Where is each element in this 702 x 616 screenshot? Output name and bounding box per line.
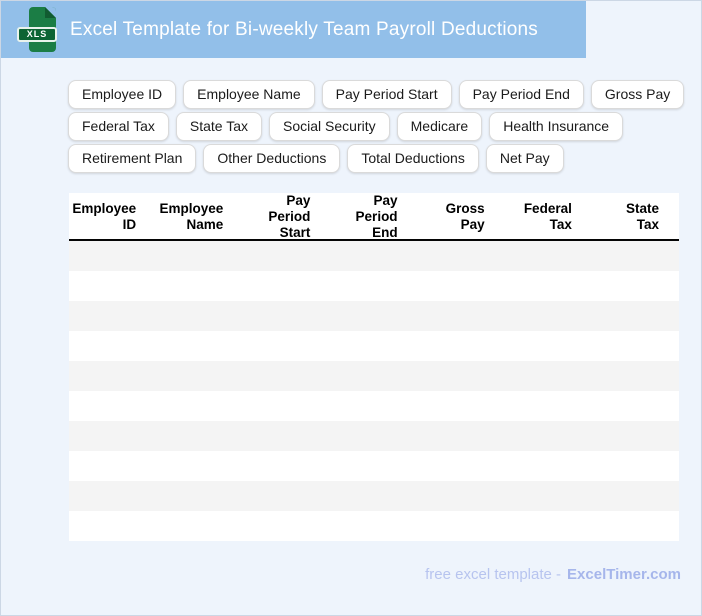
footer-text: free excel template - (425, 566, 562, 583)
column-header-employee-name: Employee Name (156, 201, 243, 233)
table-row (69, 451, 679, 481)
column-header-state-tax: State Tax (592, 201, 679, 233)
title-bar: XLS Excel Template for Bi-weekly Team Pa… (1, 1, 586, 58)
chip-employee-name[interactable]: Employee Name (183, 80, 315, 109)
column-header-gross-pay: Gross Pay (418, 201, 505, 233)
column-header-line: Gross (445, 201, 485, 216)
page-title: Excel Template for Bi-weekly Team Payrol… (70, 18, 539, 40)
table-row (69, 361, 679, 391)
column-header-pay-period-end: Pay Period End (330, 193, 417, 241)
column-header-line: End (372, 225, 398, 240)
field-chips: Employee ID Employee Name Pay Period Sta… (68, 80, 685, 173)
xls-badge-label: XLS (17, 26, 57, 42)
column-header-pay-period-start: Pay Period Start (243, 193, 330, 241)
chip-gross-pay[interactable]: Gross Pay (590, 80, 685, 109)
chip-row-2: Federal Tax State Tax Social Security Me… (68, 112, 684, 141)
payroll-table: Employee ID Employee Name Pay Period Sta… (69, 193, 679, 541)
table-row (69, 301, 679, 331)
column-header-line: Pay Period (355, 193, 398, 224)
table-row (69, 271, 679, 301)
chip-retirement-plan[interactable]: Retirement Plan (68, 144, 197, 173)
table-row (69, 511, 679, 541)
column-header-line: ID (122, 217, 137, 232)
chip-pay-period-start[interactable]: Pay Period Start (321, 80, 452, 109)
column-header-line: Name (186, 217, 224, 232)
column-header-line: Employee (159, 201, 224, 216)
column-header-employee-id: Employee ID (69, 201, 156, 233)
table-header-row: Employee ID Employee Name Pay Period Sta… (69, 193, 679, 241)
table-row (69, 391, 679, 421)
footer-credit: free excel template - ExcelTimer.com (425, 566, 681, 583)
table-row (69, 331, 679, 361)
chip-pay-period-end[interactable]: Pay Period End (458, 80, 584, 109)
footer-brand-link[interactable]: ExcelTimer.com (567, 566, 681, 583)
chip-federal-tax[interactable]: Federal Tax (68, 112, 169, 141)
column-header-line: Federal (523, 201, 572, 216)
table-row (69, 241, 679, 271)
chip-other-deductions[interactable]: Other Deductions (203, 144, 341, 173)
chip-net-pay[interactable]: Net Pay (485, 144, 564, 173)
column-header-line: Pay Period (268, 193, 311, 224)
chip-total-deductions[interactable]: Total Deductions (347, 144, 479, 173)
chip-medicare[interactable]: Medicare (396, 112, 483, 141)
xls-file-icon: XLS (17, 6, 59, 53)
column-header-line: Start (279, 225, 311, 240)
table-row (69, 421, 679, 451)
column-header-line: Tax (636, 217, 659, 232)
column-header-line: Employee (72, 201, 137, 216)
xls-fold-icon (45, 6, 56, 18)
column-header-line: Tax (549, 217, 572, 232)
column-header-line: Pay (460, 217, 485, 232)
chip-health-insurance[interactable]: Health Insurance (489, 112, 624, 141)
chip-social-security[interactable]: Social Security (269, 112, 390, 141)
chip-state-tax[interactable]: State Tax (175, 112, 263, 141)
chip-row-1: Employee ID Employee Name Pay Period Sta… (68, 80, 685, 109)
column-header-line: State (625, 201, 659, 216)
column-header-federal-tax: Federal Tax (505, 201, 592, 233)
table-body (69, 241, 679, 541)
table-row (69, 481, 679, 511)
chip-employee-id[interactable]: Employee ID (68, 80, 177, 109)
page: XLS Excel Template for Bi-weekly Team Pa… (0, 0, 702, 616)
chip-row-3: Retirement Plan Other Deductions Total D… (68, 144, 684, 173)
